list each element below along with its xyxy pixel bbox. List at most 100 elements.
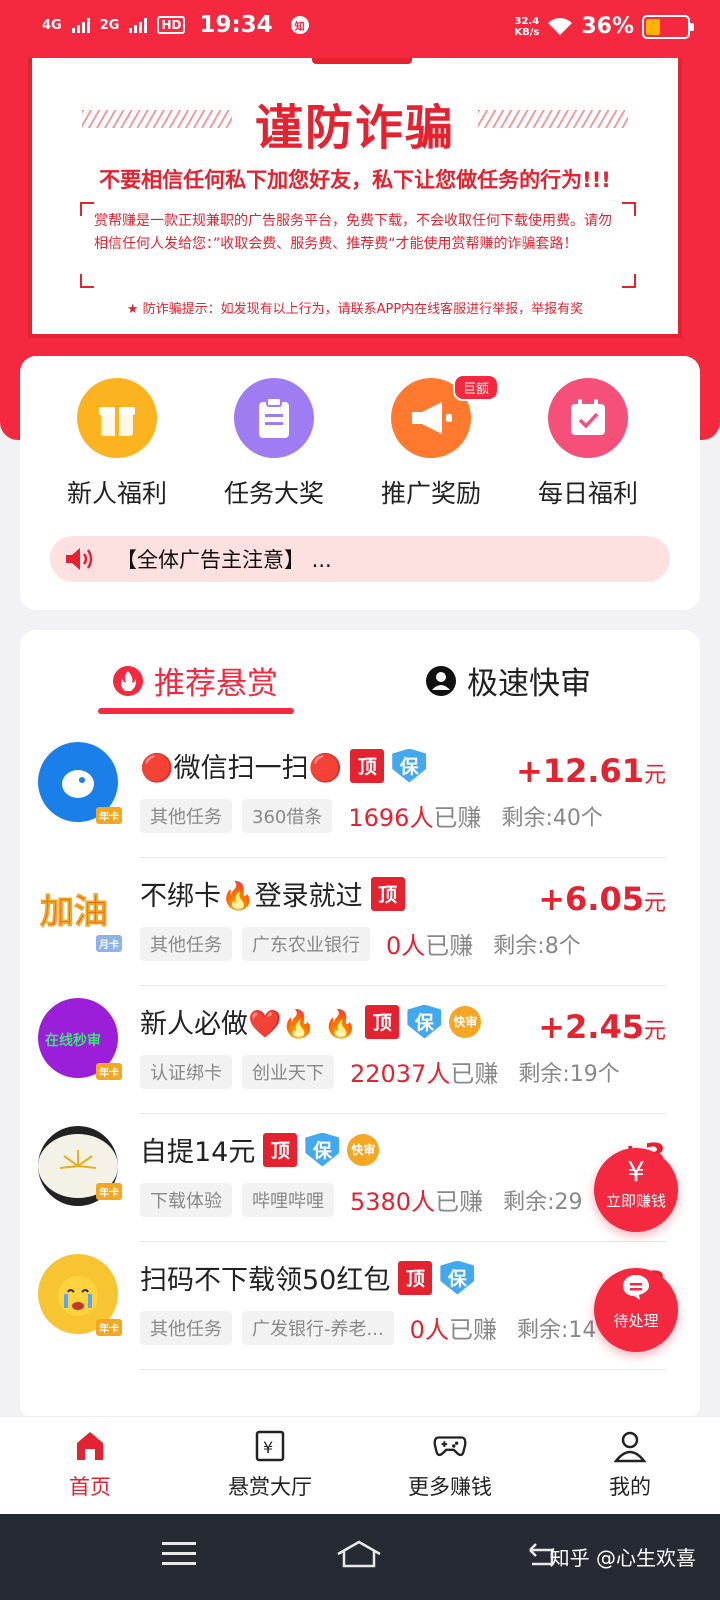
speaker-icon	[66, 548, 93, 570]
tab-fast-review[interactable]: 极速快审	[425, 658, 591, 703]
task-category-chip: 其他任务	[140, 1310, 232, 1345]
svg-text:加油: 加油	[40, 892, 108, 932]
quick-item-daily-benefits[interactable]: 每日福利	[518, 378, 658, 510]
zhihu-notification-icon: 知	[290, 16, 309, 34]
pinned-badge: 顶	[263, 1132, 298, 1167]
bottom-tab-bar: 首页 ¥ 悬赏大厅 更多赚钱 我的	[0, 1416, 720, 1514]
task-row[interactable]: 在线秒审 年卡 新人必做❤️🔥 🔥 顶 保 快审 +2.45元 认证绑卡 创业天…	[20, 986, 700, 1114]
warning-body-text: 赏帮赚是一款正规兼职的广告服务平台，免费下载，不会收取任何下载使用费。请勿相信任…	[94, 213, 612, 252]
network-4g: 4G	[42, 17, 62, 33]
quick-item-task-prize[interactable]: 任务大奖	[204, 378, 344, 510]
task-avatar: 年卡	[38, 1254, 122, 1336]
task-meta: 其他任务 广东农业银行 0人已赚 剩余:8个	[140, 926, 581, 961]
task-title: 不绑卡🔥登录就过 顶	[140, 874, 405, 913]
remaining-count: 剩余:19个	[518, 1061, 620, 1087]
earn-now-button[interactable]: ¥ 立即赚钱	[594, 1148, 678, 1232]
task-title-text: 新人必做❤️🔥 🔥	[140, 1009, 358, 1040]
quick-actions-card: 新人福利 任务大奖 巨额 推广奖励 每日福利 【全体广告主注意】 ...	[20, 356, 700, 610]
system-navigation-bar: 知乎 @心生欢喜	[0, 1514, 720, 1600]
tab-label: 推荐悬赏	[154, 666, 278, 702]
membership-badge: 年卡	[96, 1063, 122, 1080]
task-row[interactable]: 年卡 🔴微信扫一扫🔴 顶 保 +12.61元 其他任务 360借条 1696人已…	[20, 730, 700, 858]
yen-icon: ¥	[627, 1155, 645, 1188]
svg-text:在线秒审: 在线秒审	[45, 1032, 101, 1049]
earn-now-label: 立即赚钱	[605, 1192, 666, 1210]
tab-profile[interactable]: 我的	[540, 1429, 720, 1501]
fast-review-badge: 快审	[347, 1133, 380, 1166]
task-sponsor-chip: 哔哩哔哩	[242, 1182, 334, 1217]
clock: 19:34	[199, 12, 273, 38]
task-title-text: 不绑卡🔥登录就过	[140, 881, 363, 912]
task-title-text: 🔴微信扫一扫🔴	[140, 753, 343, 784]
guarantee-shield-icon: 保	[440, 1260, 475, 1295]
earned-count: 5380人已赚	[350, 1188, 484, 1216]
user-circle-icon	[426, 665, 456, 696]
gift-icon	[77, 378, 157, 458]
tab-reward-hall[interactable]: ¥ 悬赏大厅	[180, 1429, 360, 1501]
tab-recommended-rewards[interactable]: 推荐悬赏	[112, 658, 278, 703]
remaining-count: 剩余:29	[503, 1189, 583, 1215]
membership-badge: 月卡	[96, 935, 122, 952]
warning-body: 赏帮赚是一款正规兼职的广告服务平台，免费下载，不会收取任何下载使用费。请勿相信任…	[80, 202, 636, 288]
calendar-icon	[548, 378, 628, 458]
task-category-chip: 下载体验	[140, 1182, 232, 1217]
pending-label: 待处理	[613, 1312, 659, 1330]
profile-icon	[613, 1429, 647, 1463]
home-icon	[73, 1429, 107, 1463]
task-sponsor-chip: 创业天下	[242, 1054, 334, 1089]
membership-badge: 年卡	[96, 807, 122, 824]
task-title: 扫码不下载领50红包 顶 保	[140, 1258, 475, 1297]
task-meta: 认证绑卡 创业天下 22037人已赚 剩余:19个	[140, 1054, 620, 1089]
net-speed: 32.4 KB/s	[514, 15, 540, 38]
warning-subtitle: 不要相信任何私下加您好友，私下让您做任务的行为!!!	[99, 168, 611, 192]
task-title-text: 自提14元	[140, 1137, 256, 1168]
quick-item-label: 任务大奖	[223, 479, 324, 508]
pending-button[interactable]: 待处理	[594, 1268, 678, 1352]
task-title: 🔴微信扫一扫🔴 顶 保	[140, 746, 427, 785]
task-meta: 其他任务 广发银行-养老... 0人已赚 剩余:14	[140, 1310, 596, 1345]
huge-amount-badge: 巨额	[452, 374, 499, 401]
tab-more-earnings[interactable]: 更多赚钱	[360, 1429, 540, 1501]
task-category-chip: 其他任务	[140, 926, 232, 961]
network-2g: 2G	[99, 17, 120, 33]
announcement-text: 【全体广告主注意】 ...	[116, 548, 332, 572]
home-nav-icon[interactable]	[336, 1540, 382, 1568]
task-meta: 下载体验 哔哩哔哩 5380人已赚 剩余:29	[140, 1182, 583, 1217]
quick-item-newcomer-benefits[interactable]: 新人福利	[47, 378, 187, 510]
fast-review-badge: 快审	[449, 1005, 482, 1038]
membership-badge: 年卡	[96, 1319, 122, 1336]
earned-count: 1696人已赚	[348, 804, 482, 832]
pinned-badge: 顶	[365, 1004, 400, 1039]
remaining-count: 剩余:8个	[493, 933, 581, 959]
row-divider	[140, 1369, 666, 1370]
membership-badge: 年卡	[96, 1183, 122, 1200]
tab-label: 我的	[609, 1475, 651, 1499]
quick-item-label: 新人福利	[66, 479, 167, 508]
svg-text:¥: ¥	[263, 1438, 273, 1457]
pinned-badge: 顶	[398, 1260, 433, 1295]
task-reward: +2.45元	[538, 1008, 666, 1046]
chat-bubble-icon	[594, 1268, 678, 1312]
menu-icon[interactable]	[162, 1540, 196, 1568]
active-tab-indicator	[98, 708, 294, 714]
wifi-icon	[548, 17, 573, 35]
announcement-bar[interactable]: 【全体广告主注意】 ...	[50, 536, 670, 582]
task-sponsor-chip: 360借条	[242, 798, 333, 833]
card-notch	[312, 58, 412, 64]
task-row[interactable]: 加油 月卡 不绑卡🔥登录就过 顶 +6.05元 其他任务 广东农业银行 0人已赚…	[20, 858, 700, 986]
task-meta: 其他任务 360借条 1696人已赚 剩余:40个	[140, 798, 603, 833]
clipboard-icon	[234, 378, 314, 458]
task-avatar: 年卡	[38, 742, 122, 824]
task-avatar: 年卡	[38, 1126, 122, 1206]
tab-home[interactable]: 首页	[0, 1429, 180, 1501]
quick-item-label: 每日福利	[537, 479, 638, 508]
earned-count: 0人已赚	[386, 932, 474, 960]
quick-item-label: 推广奖励	[380, 479, 481, 508]
tab-label: 极速快审	[467, 666, 591, 702]
quick-item-promotion-reward[interactable]: 巨额 推广奖励	[361, 374, 501, 510]
warning-title: 谨防诈骗	[254, 100, 455, 156]
signal-icon-2	[129, 17, 148, 33]
reward-hall-icon: ¥	[253, 1429, 287, 1463]
remaining-count: 剩余:40个	[501, 805, 603, 831]
battery-percent: 36%	[581, 14, 634, 39]
